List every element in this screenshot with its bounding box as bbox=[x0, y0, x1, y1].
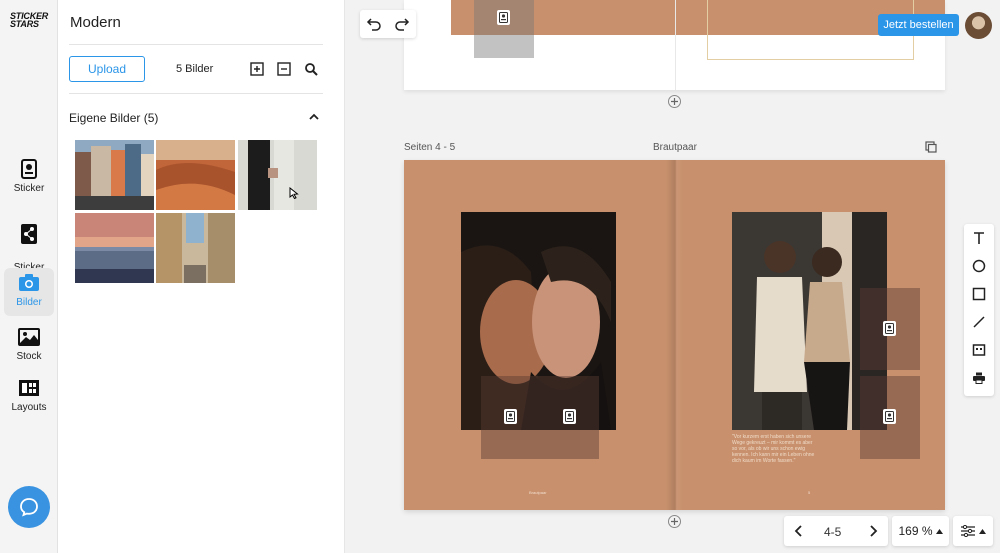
sliders-icon bbox=[961, 525, 975, 537]
text-tool-icon[interactable] bbox=[971, 230, 987, 246]
cursor-pointer-icon bbox=[289, 187, 299, 199]
order-now-button[interactable]: Jetzt bestellen bbox=[878, 14, 959, 36]
folio-right: 5 bbox=[808, 490, 811, 495]
own-images-section[interactable]: Eigene Bilder (5) bbox=[69, 111, 158, 125]
image-thumbnail[interactable] bbox=[238, 140, 317, 210]
rail-item-bilder[interactable]: Bilder bbox=[4, 268, 54, 316]
page-gutter bbox=[675, 0, 676, 90]
zoom-value: 169 % bbox=[898, 524, 933, 538]
caret-up-icon bbox=[935, 528, 943, 534]
add-page-icon[interactable] bbox=[668, 515, 681, 528]
divider bbox=[69, 44, 323, 45]
undo-redo-bar bbox=[360, 10, 416, 38]
photo-placeholder[interactable] bbox=[474, 0, 534, 58]
collapse-icon[interactable] bbox=[277, 62, 291, 76]
add-page-icon[interactable] bbox=[668, 95, 681, 108]
image-icon bbox=[18, 328, 40, 346]
houses-photo bbox=[75, 140, 154, 210]
folio-left: Brautpaar bbox=[529, 490, 547, 495]
quote-text[interactable]: "Vor kurzem erst haben sich unsere Wege … bbox=[732, 434, 817, 464]
chevron-up-icon[interactable] bbox=[309, 112, 319, 122]
element-tools bbox=[964, 224, 994, 396]
rail-item-stock[interactable]: Stock bbox=[4, 322, 54, 366]
rectangle-tool-icon[interactable] bbox=[971, 286, 987, 302]
chevron-right-icon[interactable] bbox=[866, 524, 880, 538]
page-gutter bbox=[666, 160, 684, 510]
sticker-placeholder-icon[interactable] bbox=[883, 409, 896, 424]
panel-title: Modern bbox=[70, 14, 121, 31]
image-thumbnail[interactable] bbox=[156, 213, 235, 283]
street-photo bbox=[156, 213, 235, 283]
search-icon[interactable] bbox=[304, 62, 318, 76]
rail-item-label: Layouts bbox=[11, 402, 47, 413]
expand-icon[interactable] bbox=[250, 62, 264, 76]
sticker-placeholder-icon[interactable] bbox=[504, 409, 517, 424]
sticker-placeholder-icon[interactable] bbox=[497, 10, 510, 25]
image-thumbnail[interactable] bbox=[156, 140, 235, 210]
redo-icon[interactable] bbox=[394, 16, 410, 32]
sticker-icon bbox=[21, 159, 37, 179]
sticker-frame-tool-icon[interactable] bbox=[971, 342, 987, 358]
upload-button[interactable]: Upload bbox=[69, 56, 145, 82]
sticker-placeholder-icon[interactable] bbox=[883, 321, 896, 336]
desert-photo bbox=[156, 140, 235, 210]
rail-item-sticker-link[interactable]: Sticker Link bbox=[4, 206, 54, 286]
print-tool-icon[interactable] bbox=[971, 370, 987, 386]
undo-icon[interactable] bbox=[366, 16, 382, 32]
sticker-placeholder-icon[interactable] bbox=[563, 409, 576, 424]
chevron-left-icon[interactable] bbox=[792, 524, 806, 538]
page-navigator: 4-5 bbox=[784, 516, 888, 546]
caret-up-icon bbox=[979, 528, 986, 534]
spread-name: Brautpaar bbox=[653, 142, 697, 153]
camera-icon bbox=[19, 274, 39, 291]
spread-pages-label: Seiten 4 - 5 bbox=[404, 142, 456, 153]
image-count: 5 Bilder bbox=[176, 63, 214, 75]
spread-pages-4-5: "Vor kurzem erst haben sich unsere Wege … bbox=[404, 160, 945, 510]
beach-sunset-photo bbox=[75, 213, 154, 283]
duplicate-icon[interactable] bbox=[925, 141, 937, 153]
share-icon bbox=[21, 224, 37, 244]
logo-line-2: STARS bbox=[10, 19, 39, 29]
chat-support-button[interactable] bbox=[8, 486, 50, 528]
couple-hands-photo bbox=[238, 140, 317, 210]
rail-item-label: Bilder bbox=[16, 297, 42, 308]
circle-tool-icon[interactable] bbox=[971, 258, 987, 274]
chat-icon bbox=[20, 498, 38, 517]
line-tool-icon[interactable] bbox=[971, 314, 987, 330]
rail-item-label: Sticker bbox=[13, 183, 45, 194]
images-panel: Modern Upload 5 Bilder Eigene Bilder (5) bbox=[58, 0, 345, 553]
current-pages: 4-5 bbox=[824, 525, 842, 539]
zoom-selector[interactable]: 169 % bbox=[892, 516, 949, 546]
rail-item-label: Stock bbox=[16, 351, 42, 362]
left-rail: STICKER STARS Sticker Sticker Link Bilde… bbox=[0, 0, 58, 553]
divider bbox=[69, 93, 323, 94]
overlay-shape[interactable] bbox=[481, 376, 599, 459]
previous-spread bbox=[404, 0, 945, 90]
image-thumbnail[interactable] bbox=[75, 213, 154, 283]
image-thumbnail[interactable] bbox=[75, 140, 154, 210]
rail-item-sticker[interactable]: Sticker bbox=[4, 154, 54, 198]
avatar[interactable] bbox=[965, 12, 992, 39]
sticker-stars-logo[interactable]: STICKER STARS bbox=[10, 12, 48, 29]
view-settings-button[interactable] bbox=[953, 516, 993, 546]
layout-icon bbox=[19, 380, 39, 396]
rail-item-layouts[interactable]: Layouts bbox=[4, 373, 54, 417]
